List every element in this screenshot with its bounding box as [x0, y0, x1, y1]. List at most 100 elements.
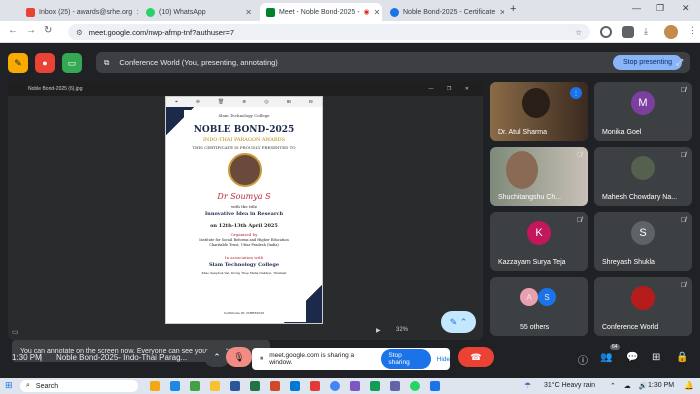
shared-screen: Noble Bond-2025 (6).jpg — ❐ ✕ ⌖ ⊕ 🗑 ⊗ ◎ ⊞ ⊟ Sl…	[8, 82, 483, 340]
annotate-icon[interactable]: ✎	[8, 53, 28, 73]
cert-org-header: Slam Technology College	[218, 113, 270, 118]
tab-whatsapp[interactable]: (10) WhatsApp ✕	[140, 3, 258, 21]
close-icon[interactable]: ✕	[245, 8, 252, 17]
tool-icon[interactable]: ⊞	[287, 99, 291, 105]
participant-tile[interactable]: Conference World 🎙̸	[594, 277, 692, 336]
mic-off-icon: 🎙̸	[576, 152, 582, 159]
participant-tile[interactable]: Shuchitangshu Ch... 🎙̸	[490, 147, 588, 206]
word-icon[interactable]	[230, 381, 240, 391]
search-icon: ⌕	[26, 382, 30, 389]
app-icon[interactable]	[350, 381, 360, 391]
tab-certificate[interactable]: Noble Bond-2025 - Certificate ✕	[384, 3, 504, 21]
delete-icon[interactable]: 🗑	[218, 99, 224, 105]
back-icon[interactable]: ←	[8, 25, 18, 36]
mic-off-icon: 🎙̸	[680, 87, 686, 94]
cert-title: NOBLE BOND-2025	[193, 125, 295, 135]
bookmark-icon[interactable]: ☆	[575, 28, 582, 37]
extensions-puzzle-icon[interactable]	[622, 26, 634, 38]
app-icon[interactable]	[430, 381, 440, 391]
info-icon[interactable]: ⓘ	[578, 352, 588, 367]
reload-icon[interactable]: ↻	[44, 25, 52, 36]
screen-icon[interactable]: ▭	[62, 53, 82, 73]
participant-tile[interactable]: S Shreyash Shukla 🎙̸	[594, 212, 692, 271]
excel-icon[interactable]	[250, 381, 260, 391]
participant-tile[interactable]: Dr. Atul Sharma ⋮	[490, 82, 588, 141]
tab-gmail[interactable]: Inbox (25) - awards@srhe.org ✕	[20, 3, 138, 21]
meet-icon	[266, 7, 275, 17]
hide-button[interactable]: Hide	[437, 356, 450, 363]
tray-icons[interactable]: ⌃ ☁ 🔊	[610, 382, 650, 390]
search-label: Search	[35, 382, 59, 390]
viewer-header: Noble Bond-2025 (6).jpg — ❐ ✕	[8, 82, 483, 96]
chrome-icon[interactable]	[330, 381, 340, 391]
participant-name: Shuchitangshu Ch...	[498, 194, 562, 201]
minimize-icon[interactable]: —	[632, 3, 641, 13]
people-icon[interactable]: 👥	[600, 352, 612, 363]
close-icon[interactable]: ✕	[499, 8, 504, 17]
outlook-icon[interactable]	[290, 381, 300, 391]
participant-name: Kazzayam Surya Teja	[498, 259, 566, 266]
avatar[interactable]	[664, 25, 678, 39]
restore-icon[interactable]: ❐	[656, 3, 664, 14]
powerpoint-icon[interactable]	[270, 381, 280, 391]
tool-icon[interactable]: ⊕	[196, 99, 200, 105]
app-icon[interactable]	[370, 381, 380, 391]
people-count-badge: 64	[610, 344, 620, 350]
tab-label: Meet - Noble Bond-2025 -	[279, 8, 360, 16]
certificate-image: ⌖ ⊕ 🗑 ⊗ ◎ ⊞ ⊟ Slam Technology College NOBLE BO…	[165, 96, 323, 324]
close-icon[interactable]: ✕	[374, 8, 381, 17]
cert-assoc-org: Slam Technology College	[208, 262, 280, 268]
cert-subtitle: INDO-THAI PARAGON AWARDS	[202, 137, 286, 143]
activities-icon[interactable]: ⊞	[652, 352, 660, 363]
taskbar-search[interactable]: ⌕ Search	[20, 380, 138, 392]
chat-icon[interactable]: 💬	[626, 352, 638, 363]
cert-number: Certificate ID: ISRHE2025	[223, 311, 265, 315]
participant-tile[interactable]: M Monika Goel 🎙̸	[594, 82, 692, 141]
others-tile[interactable]: A S 55 others	[490, 277, 588, 336]
record-icon[interactable]: ●	[35, 53, 55, 73]
globe-icon	[390, 7, 399, 17]
expand-icon[interactable]: ⤢	[676, 57, 683, 68]
zoom-level: 32%	[396, 327, 409, 333]
site-info-icon[interactable]: ⚙	[76, 28, 83, 37]
present-screen-icon: ⧉	[104, 57, 110, 67]
app-icon[interactable]	[150, 381, 160, 391]
forward-icon[interactable]: →	[26, 25, 36, 36]
file-name: Noble Bond-2025 (6).jpg	[28, 86, 83, 92]
new-tab-button[interactable]: +	[510, 3, 516, 15]
monitor-icon[interactable]: ▭	[12, 328, 19, 336]
app-icon[interactable]	[190, 381, 200, 391]
close-icon[interactable]: ✕	[136, 8, 138, 17]
tool-icon[interactable]: ⊗	[242, 99, 246, 105]
url-field[interactable]: ⚙ meet.google.com/nwp-afmp-tnf?authuser=…	[68, 24, 590, 40]
meet-area: ✎ ● ▭ ⧉ Conference World (You, presentin…	[0, 43, 700, 378]
close-window-icon[interactable]: ✕	[682, 3, 690, 14]
mic-off-icon[interactable]: 🎙	[226, 347, 252, 367]
annotation-toggle-icon[interactable]: ✎ ⌃	[441, 311, 476, 333]
host-controls-icon[interactable]: 🔒	[676, 352, 688, 363]
whatsapp-icon[interactable]	[410, 381, 420, 391]
teams-icon[interactable]	[390, 381, 400, 391]
cert-assoc: In association with	[224, 255, 264, 260]
tool-icon[interactable]: ◎	[264, 99, 268, 105]
participant-name: Mahesh Chowdary Na...	[602, 194, 678, 201]
notification-icon[interactable]: 🔔	[684, 381, 694, 390]
folder-icon[interactable]	[210, 381, 220, 391]
mic-off-icon: 🎙̸	[680, 282, 686, 289]
app-icon[interactable]	[310, 381, 320, 391]
download-icon[interactable]: ⤓	[644, 26, 648, 37]
presenting-label: Conference World (You, presenting, annot…	[119, 58, 278, 67]
windows-start-icon[interactable]: ⊞	[5, 380, 13, 391]
app-icon[interactable]	[170, 381, 180, 391]
menu-icon[interactable]: ⋮	[688, 25, 697, 36]
leave-call-icon[interactable]: ☎	[458, 347, 494, 367]
extension-icon[interactable]	[600, 26, 612, 38]
stop-sharing-button[interactable]: Stop sharing	[381, 349, 431, 369]
participant-name: 55 others	[520, 324, 550, 331]
tool-icon[interactable]: ⊟	[309, 99, 313, 105]
participant-tile[interactable]: Mahesh Chowdary Na... 🎙̸	[594, 147, 692, 206]
tab-meet[interactable]: Meet - Noble Bond-2025 - ◉ ✕	[260, 3, 382, 21]
tool-icon[interactable]: ⌖	[175, 99, 178, 105]
stop-presenting-button[interactable]: Stop presenting	[612, 55, 682, 70]
participant-tile[interactable]: K Kazzayam Surya Teja 🎙̸	[490, 212, 588, 271]
